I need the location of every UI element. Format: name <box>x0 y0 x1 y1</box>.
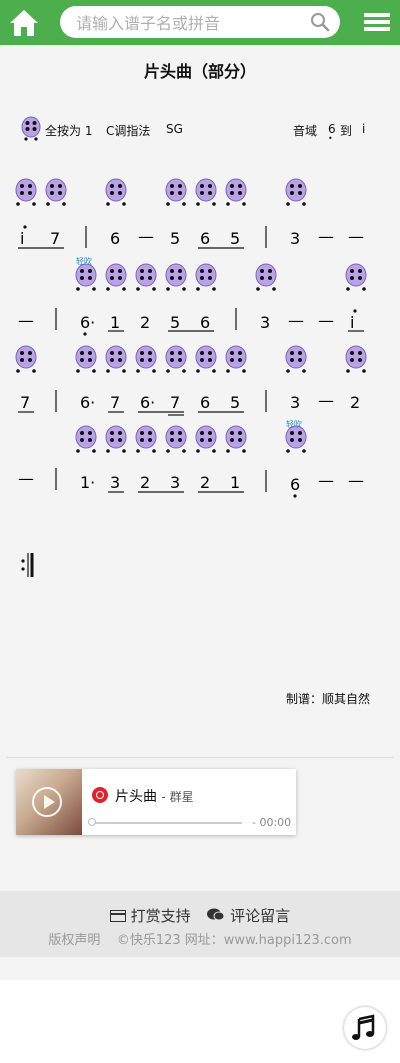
note: 2 <box>140 473 150 492</box>
comment-label: 评论留言 <box>230 907 291 925</box>
divider <box>6 757 394 758</box>
note: 2 <box>140 313 150 332</box>
note: i <box>350 313 354 332</box>
dash: — <box>138 227 154 246</box>
note: 7 <box>110 393 120 412</box>
bottom-strip <box>0 957 400 980</box>
note: 7 <box>50 229 60 248</box>
song-title: 片头曲 <box>115 789 157 805</box>
note: 5 <box>230 393 240 412</box>
note: 3 <box>290 393 300 412</box>
ocarina-fingerings-line-3 <box>15 345 367 374</box>
footer-links: 打赏支持 评论留言 <box>0 905 400 926</box>
progress-bar[interactable] <box>92 822 242 824</box>
notes-line-1: i 7 6 — 5 6 5 3 — — <box>18 225 364 249</box>
comment-icon <box>207 908 225 921</box>
note: 5 <box>170 313 180 332</box>
song-info: 片头曲 - 群星 <box>115 786 194 806</box>
dash: — <box>288 311 304 330</box>
note: 2 <box>350 393 360 412</box>
music-toggle-button[interactable] <box>344 1007 386 1049</box>
ocarina-fingerings-line-1 <box>15 178 307 207</box>
dash: — <box>18 311 34 330</box>
note: i <box>20 229 24 248</box>
dash: — <box>318 227 334 246</box>
notes-line-2: — 6· 1 2 5 6 3 — — i <box>18 308 364 336</box>
playback-time: - 00:00 <box>252 816 292 829</box>
note: 5 <box>230 229 240 248</box>
credit-card-icon <box>109 910 126 922</box>
album-cover[interactable] <box>16 769 82 835</box>
dash: — <box>18 469 34 488</box>
dash: — <box>348 227 364 246</box>
note: 1· <box>80 473 95 492</box>
note: 3 <box>110 473 120 492</box>
copyright-link[interactable]: 版权声明 <box>48 933 100 948</box>
notes-line-3: 7 6· 7 6· 7 6 5 3 — 2 <box>18 390 360 416</box>
note: 3 <box>170 473 180 492</box>
note: 7 <box>20 393 30 412</box>
netease-music-icon <box>92 787 108 803</box>
note: 3 <box>290 229 300 248</box>
footer: 打赏支持 评论留言 版权声明 ©快乐123 网址：www.happi123.co… <box>0 891 400 957</box>
ocarina-fingerings-line-2 <box>75 263 367 292</box>
note: 6 <box>200 229 210 248</box>
note: 6 <box>290 475 300 494</box>
song-artist: - 群星 <box>161 790 194 804</box>
site-info: ©快乐123 网址：www.happi123.com <box>116 933 352 948</box>
progress-knob[interactable] <box>88 818 96 826</box>
note: 1 <box>110 313 120 332</box>
note: 1 <box>230 473 240 492</box>
note: 3 <box>260 313 270 332</box>
note: 6 <box>200 393 210 412</box>
music-player[interactable]: 片头曲 - 群星 - 00:00 <box>16 769 296 835</box>
note: 6· <box>80 393 95 412</box>
dash: — <box>318 311 334 330</box>
reward-link[interactable]: 打赏支持 <box>109 907 196 925</box>
note: 6 <box>110 229 120 248</box>
note: 6 <box>200 313 210 332</box>
note: 5 <box>170 229 180 248</box>
dash: — <box>318 471 334 490</box>
dash: — <box>318 391 334 410</box>
notes-line-4: — 1· 3 2 3 2 1 6 — — <box>18 468 364 498</box>
dash: — <box>348 471 364 490</box>
end-repeat-sign <box>21 553 34 577</box>
music-note-icon <box>352 1014 375 1040</box>
footer-info: 版权声明 ©快乐123 网址：www.happi123.com <box>0 929 400 948</box>
reward-label: 打赏支持 <box>130 907 191 925</box>
note: 6· <box>80 313 95 332</box>
breath-mark: 轻吹 <box>286 419 302 429</box>
comment-link[interactable]: 评论留言 <box>207 907 290 925</box>
note: 2 <box>200 473 210 492</box>
ocarina-fingerings-line-4 <box>75 425 307 454</box>
play-icon[interactable] <box>32 787 62 817</box>
arranger-credit: 制谱：顺其自然 <box>285 692 370 706</box>
note: 7 <box>170 393 180 412</box>
note: 6· <box>140 393 155 412</box>
